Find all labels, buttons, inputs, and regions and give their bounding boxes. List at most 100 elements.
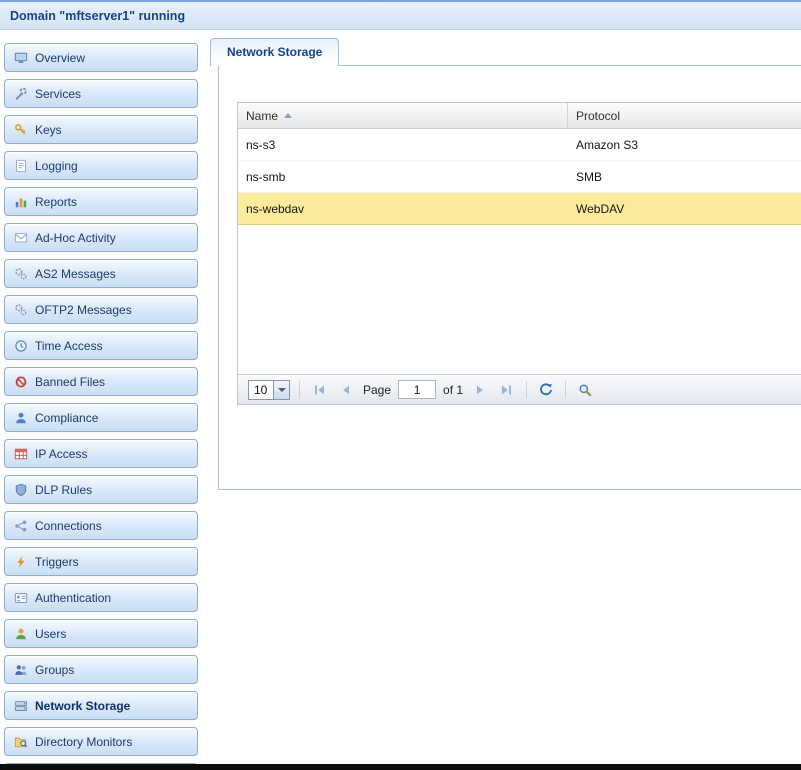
sidebar-item-label: Services <box>35 87 81 101</box>
sidebar-item-services[interactable]: Services <box>4 79 198 108</box>
first-page-icon <box>312 383 326 397</box>
column-header-name[interactable]: Name <box>238 103 568 128</box>
time-access-icon <box>13 338 28 353</box>
sidebar-item-label: Triggers <box>35 555 79 569</box>
overview-icon <box>13 50 28 65</box>
users-icon <box>13 626 28 641</box>
window-title: Domain "mftserver1" running <box>10 9 185 23</box>
banned-files-icon <box>13 374 28 389</box>
sidebar-item-connections[interactable]: Connections <box>4 511 198 540</box>
main-panel: Network Storage Name Protocol ns-s3 Amaz… <box>202 30 801 770</box>
table-row-selected[interactable]: ns-webdav WebDAV <box>238 193 801 225</box>
sidebar-item-label: Ad-Hoc Activity <box>35 231 116 245</box>
grid-body: ns-s3 Amazon S3 ns-smb SMB ns-webdav Web… <box>238 129 801 374</box>
sidebar-item-triggers[interactable]: Triggers <box>4 547 198 576</box>
reports-icon <box>13 194 28 209</box>
sidebar-item-adhoc-activity[interactable]: Ad-Hoc Activity <box>4 223 198 252</box>
sidebar-item-label: Directory Monitors <box>35 735 132 749</box>
last-page-button[interactable] <box>497 380 517 400</box>
toolbar-separator <box>565 381 566 398</box>
sidebar-item-ip-access[interactable]: IP Access <box>4 439 198 468</box>
services-icon <box>13 86 28 101</box>
column-header-protocol[interactable]: Protocol <box>568 103 801 128</box>
first-page-button[interactable] <box>309 380 329 400</box>
sidebar-item-label: Banned Files <box>35 375 105 389</box>
authentication-icon <box>13 590 28 605</box>
column-label: Name <box>246 109 278 123</box>
page-size-value: 10 <box>249 381 273 399</box>
sidebar-item-oftp2-messages[interactable]: OFTP2 Messages <box>4 295 198 324</box>
groups-icon <box>13 662 28 677</box>
ip-access-icon <box>13 446 28 461</box>
network-storage-icon <box>13 698 28 713</box>
compliance-icon <box>13 410 28 425</box>
search-button[interactable] <box>575 380 595 400</box>
toolbar-separator <box>526 381 527 398</box>
sidebar-item-label: Authentication <box>35 591 111 605</box>
sidebar-item-as2-messages[interactable]: AS2 Messages <box>4 259 198 288</box>
sidebar-item-label: IP Access <box>35 447 87 461</box>
sidebar-item-dlp-rules[interactable]: DLP Rules <box>4 475 198 504</box>
triggers-icon <box>13 554 28 569</box>
cell-name: ns-s3 <box>238 138 568 152</box>
previous-page-button[interactable] <box>336 380 356 400</box>
sidebar-item-keys[interactable]: Keys <box>4 115 198 144</box>
page-label: Page <box>363 383 391 397</box>
sidebar-item-label: Logging <box>35 159 78 173</box>
sidebar-item-time-access[interactable]: Time Access <box>4 331 198 360</box>
logging-icon <box>13 158 28 173</box>
refresh-button[interactable] <box>536 380 556 400</box>
tab-network-storage[interactable]: Network Storage <box>210 38 339 66</box>
previous-page-icon <box>339 383 353 397</box>
table-row[interactable]: ns-smb SMB <box>238 161 801 193</box>
cell-name: ns-smb <box>238 170 568 184</box>
connections-icon <box>13 518 28 533</box>
sidebar-item-label: DLP Rules <box>35 483 92 497</box>
grid-header: Name Protocol <box>238 103 801 129</box>
page-of-label: of 1 <box>443 383 463 397</box>
page-size-select[interactable]: 10 <box>248 380 290 400</box>
sidebar-item-overview[interactable]: Overview <box>4 43 198 72</box>
directory-monitors-icon <box>13 734 28 749</box>
sidebar-item-authentication[interactable]: Authentication <box>4 583 198 612</box>
sidebar-item-label: Users <box>35 627 66 641</box>
cell-protocol: Amazon S3 <box>568 138 801 152</box>
sidebar-item-compliance[interactable]: Compliance <box>4 403 198 432</box>
dlp-rules-icon <box>13 482 28 497</box>
sidebar-item-groups[interactable]: Groups <box>4 655 198 684</box>
sidebar-item-label: Overview <box>35 51 85 65</box>
bottom-window-edge <box>0 764 801 770</box>
paging-toolbar: 10 Page of 1 <box>238 374 801 404</box>
sidebar-item-label: Compliance <box>35 411 98 425</box>
window-title-bar: Domain "mftserver1" running <box>0 0 801 30</box>
sidebar-item-label: AS2 Messages <box>35 267 116 281</box>
as2-messages-icon <box>13 266 28 281</box>
next-page-icon <box>473 383 487 397</box>
sidebar-item-reports[interactable]: Reports <box>4 187 198 216</box>
sidebar: Overview Services Keys Logging Reports A… <box>0 30 202 770</box>
keys-icon <box>13 122 28 137</box>
sidebar-item-banned-files[interactable]: Banned Files <box>4 367 198 396</box>
oftp2-messages-icon <box>13 302 28 317</box>
sidebar-item-directory-monitors[interactable]: Directory Monitors <box>4 727 198 756</box>
next-page-button[interactable] <box>470 380 490 400</box>
sidebar-item-label: Reports <box>35 195 77 209</box>
adhoc-activity-icon <box>13 230 28 245</box>
sidebar-item-network-storage[interactable]: Network Storage <box>4 691 198 720</box>
cell-protocol: WebDAV <box>568 202 801 216</box>
table-row[interactable]: ns-s3 Amazon S3 <box>238 129 801 161</box>
sidebar-item-label: Time Access <box>35 339 103 353</box>
last-page-icon <box>500 383 514 397</box>
sidebar-item-label: OFTP2 Messages <box>35 303 132 317</box>
sidebar-item-logging[interactable]: Logging <box>4 151 198 180</box>
refresh-icon <box>539 383 553 397</box>
sidebar-item-label: Groups <box>35 663 74 677</box>
sidebar-item-users[interactable]: Users <box>4 619 198 648</box>
toolbar-separator <box>299 381 300 398</box>
cell-protocol: SMB <box>568 170 801 184</box>
column-label: Protocol <box>576 109 620 123</box>
page-number-input[interactable] <box>398 380 436 399</box>
network-storage-grid: Name Protocol ns-s3 Amazon S3 ns-smb SMB… <box>237 102 801 405</box>
chevron-down-icon <box>273 381 289 399</box>
cell-name: ns-webdav <box>238 202 568 216</box>
